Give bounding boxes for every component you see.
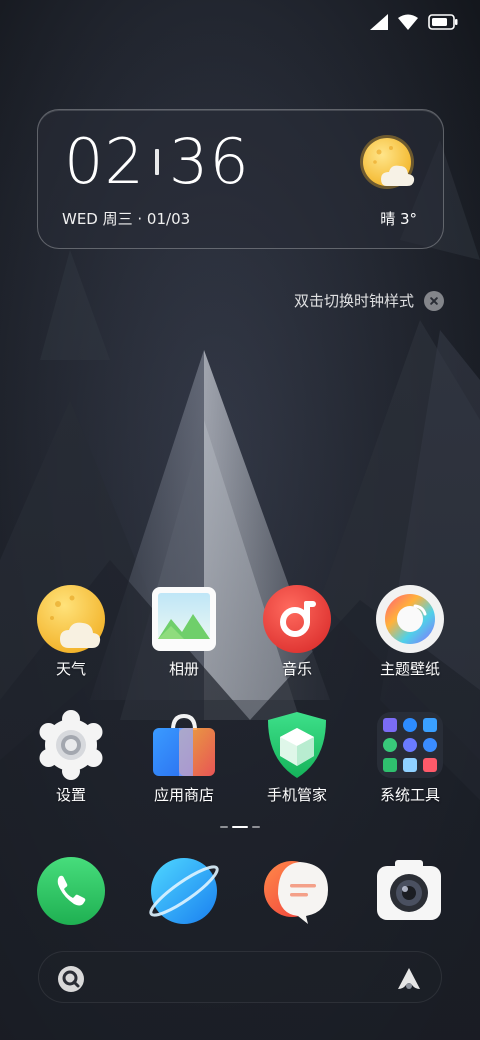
app-themes[interactable]: 主题壁纸 [354, 584, 466, 679]
dock-messages[interactable] [262, 856, 332, 926]
clock-minutes: 36 [168, 125, 250, 198]
camera-icon [377, 860, 441, 920]
hint-text: 双击切换时钟样式 [293, 292, 414, 310]
app-label: 音乐 [281, 660, 312, 678]
app-system-tools[interactable]: 系统工具 [354, 710, 466, 805]
page-indicator [0, 826, 480, 828]
app-weather[interactable]: 天气 [15, 584, 127, 679]
clock-hours: 02 [64, 125, 145, 198]
clock-time: 02 36 [64, 126, 250, 198]
app-label: 系统工具 [379, 786, 440, 804]
sun-cloud-icon [360, 135, 415, 189]
assistant-icon[interactable] [395, 965, 423, 993]
app-label: 手机管家 [266, 786, 327, 804]
shield-icon [262, 710, 332, 780]
dock-camera[interactable] [375, 856, 445, 926]
app-label: 应用商店 [153, 786, 214, 804]
gallery-icon [149, 584, 219, 654]
browser-icon [149, 858, 219, 924]
shopping-bag-icon [149, 710, 219, 780]
page-dot [252, 826, 260, 828]
app-gallery[interactable]: 相册 [128, 584, 240, 679]
cellular-signal-icon [370, 14, 388, 30]
app-settings[interactable]: 设置 [15, 710, 127, 805]
clock-widget[interactable]: 02 36 WED 周三 · 01/03 晴 3° [37, 109, 444, 249]
app-label: 设置 [55, 786, 86, 804]
app-label: 天气 [55, 660, 86, 678]
dock-browser[interactable] [149, 856, 219, 926]
search-bar[interactable] [38, 951, 442, 1003]
weather-text: 晴 3° [380, 210, 417, 228]
app-music[interactable]: 音乐 [241, 584, 353, 679]
phone-icon [37, 857, 105, 925]
status-bar [370, 8, 458, 36]
gear-icon [36, 710, 106, 780]
app-label: 相册 [168, 660, 199, 678]
battery-icon [428, 14, 458, 30]
app-label: 主题壁纸 [379, 660, 440, 678]
page-dot [220, 826, 228, 828]
messages-icon [264, 861, 328, 924]
search-icon [58, 966, 84, 992]
clock-date: WED 周三 · 01/03 [62, 210, 191, 228]
folder-icon [375, 710, 445, 780]
music-icon [262, 584, 332, 654]
clock-separator [154, 149, 159, 175]
weather-app-icon [36, 584, 106, 654]
page-dot-active [232, 826, 248, 828]
app-store[interactable]: 应用商店 [128, 710, 240, 805]
themes-icon [375, 584, 445, 654]
app-phone-manager[interactable]: 手机管家 [241, 710, 353, 805]
clock-style-hint: 双击切换时钟样式 [294, 290, 444, 311]
dock-phone[interactable] [36, 856, 106, 926]
wifi-icon [398, 14, 418, 30]
close-icon[interactable] [424, 290, 444, 311]
